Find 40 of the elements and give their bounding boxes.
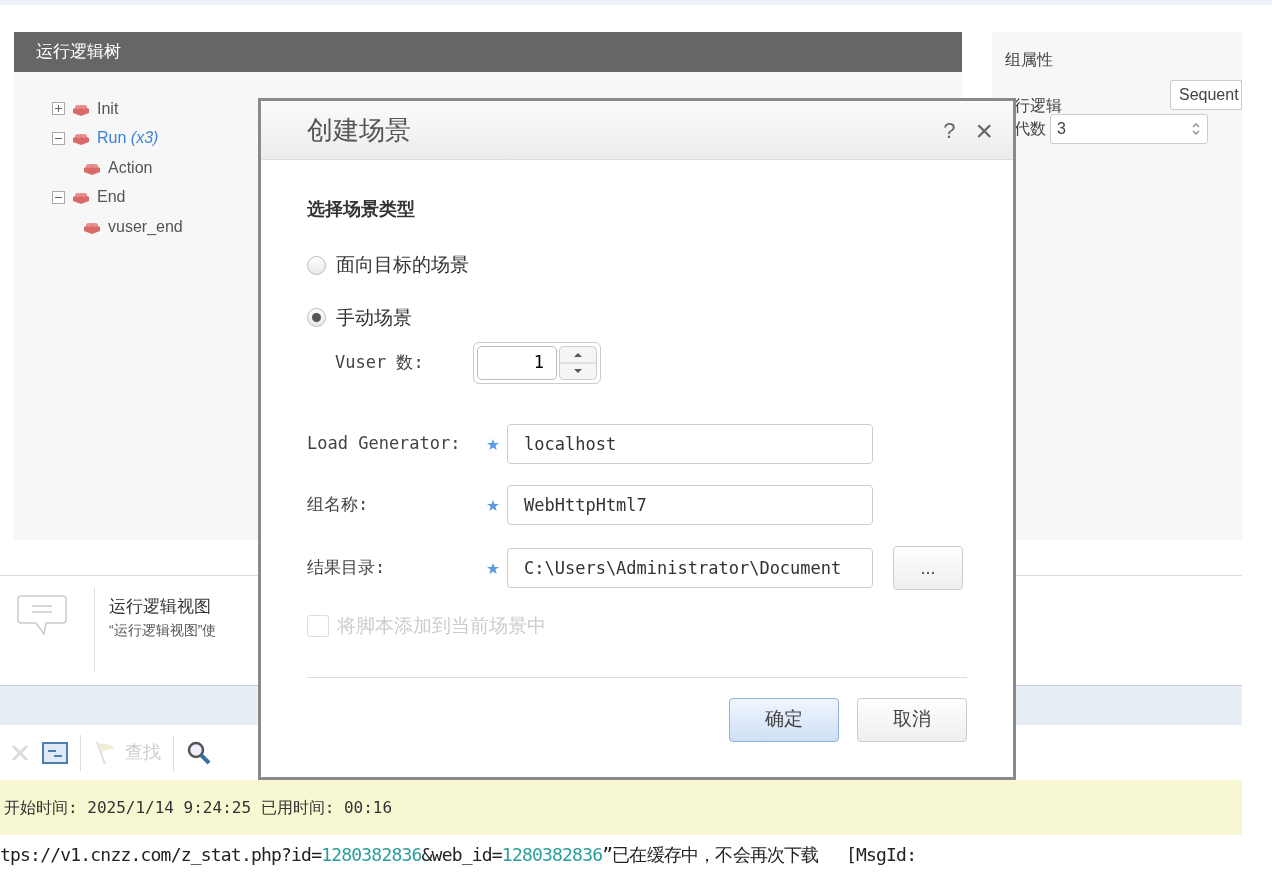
log-line: tps://v1.cnzz.com/z_stat.php?id=1280382836&web_id=1280382836”已在缓存中，不会再次下载 [MsgId: [0, 843, 918, 867]
spinner-icon[interactable] [559, 346, 597, 380]
dialog-title: 创建场景 [307, 113, 412, 147]
dialog-button[interactable]: 确定 [729, 697, 839, 742]
field-label: 结果目录: [307, 556, 387, 580]
input-field[interactable]: WebHttpHtml7 [507, 485, 873, 525]
speech-bubble-icon [16, 594, 68, 638]
tree-item[interactable]: Init [97, 96, 119, 121]
collapse-icon[interactable] [52, 190, 65, 204]
description-title: 运行逻辑视图 [109, 596, 212, 618]
radio-button[interactable] [307, 255, 326, 275]
expand-icon[interactable] [52, 102, 65, 116]
description-text: “运行逻辑视图”使 [109, 620, 217, 640]
panel-title: 运行逻辑树 [36, 41, 121, 64]
input-field[interactable]: localhost [507, 424, 873, 464]
input-field[interactable]: C:\Users\Administrator\Document [507, 548, 873, 588]
tree-item[interactable]: Run (x3) [97, 126, 159, 151]
field-label: Load Generator: [307, 432, 462, 456]
dropdown[interactable]: Sequent [1170, 80, 1242, 110]
browse-button[interactable]: ... [893, 546, 963, 590]
tree-item[interactable]: Action [108, 155, 153, 180]
help-button[interactable]: ? [943, 113, 956, 147]
collapse-icon[interactable] [52, 131, 65, 145]
tree-item[interactable]: End [97, 185, 126, 210]
radio-option[interactable]: 面向目标的场景 [307, 251, 967, 280]
radio-option[interactable]: 手动场景 [307, 303, 967, 332]
panel-title: 组属性 [1005, 50, 1054, 70]
status-text: 开始时间: 2025/1/14 9:24:25 已用时间: 00:16 [4, 796, 393, 819]
close-button[interactable]: × [975, 107, 993, 153]
number-field[interactable]: 3 [1050, 114, 1208, 144]
radio-button[interactable] [307, 308, 326, 328]
spinner-icon[interactable] [1191, 121, 1201, 137]
tree-item[interactable]: vuser_end [108, 214, 183, 239]
section-title: 选择场景类型 [307, 198, 416, 221]
search-icon[interactable] [186, 739, 212, 766]
dialog-button[interactable]: 取消 [857, 697, 967, 742]
spin-box[interactable]: 1 [473, 342, 601, 384]
panel-icon[interactable] [42, 741, 68, 764]
field-label: 组名称: [307, 493, 370, 517]
field-label: Vuser 数: [335, 351, 425, 375]
